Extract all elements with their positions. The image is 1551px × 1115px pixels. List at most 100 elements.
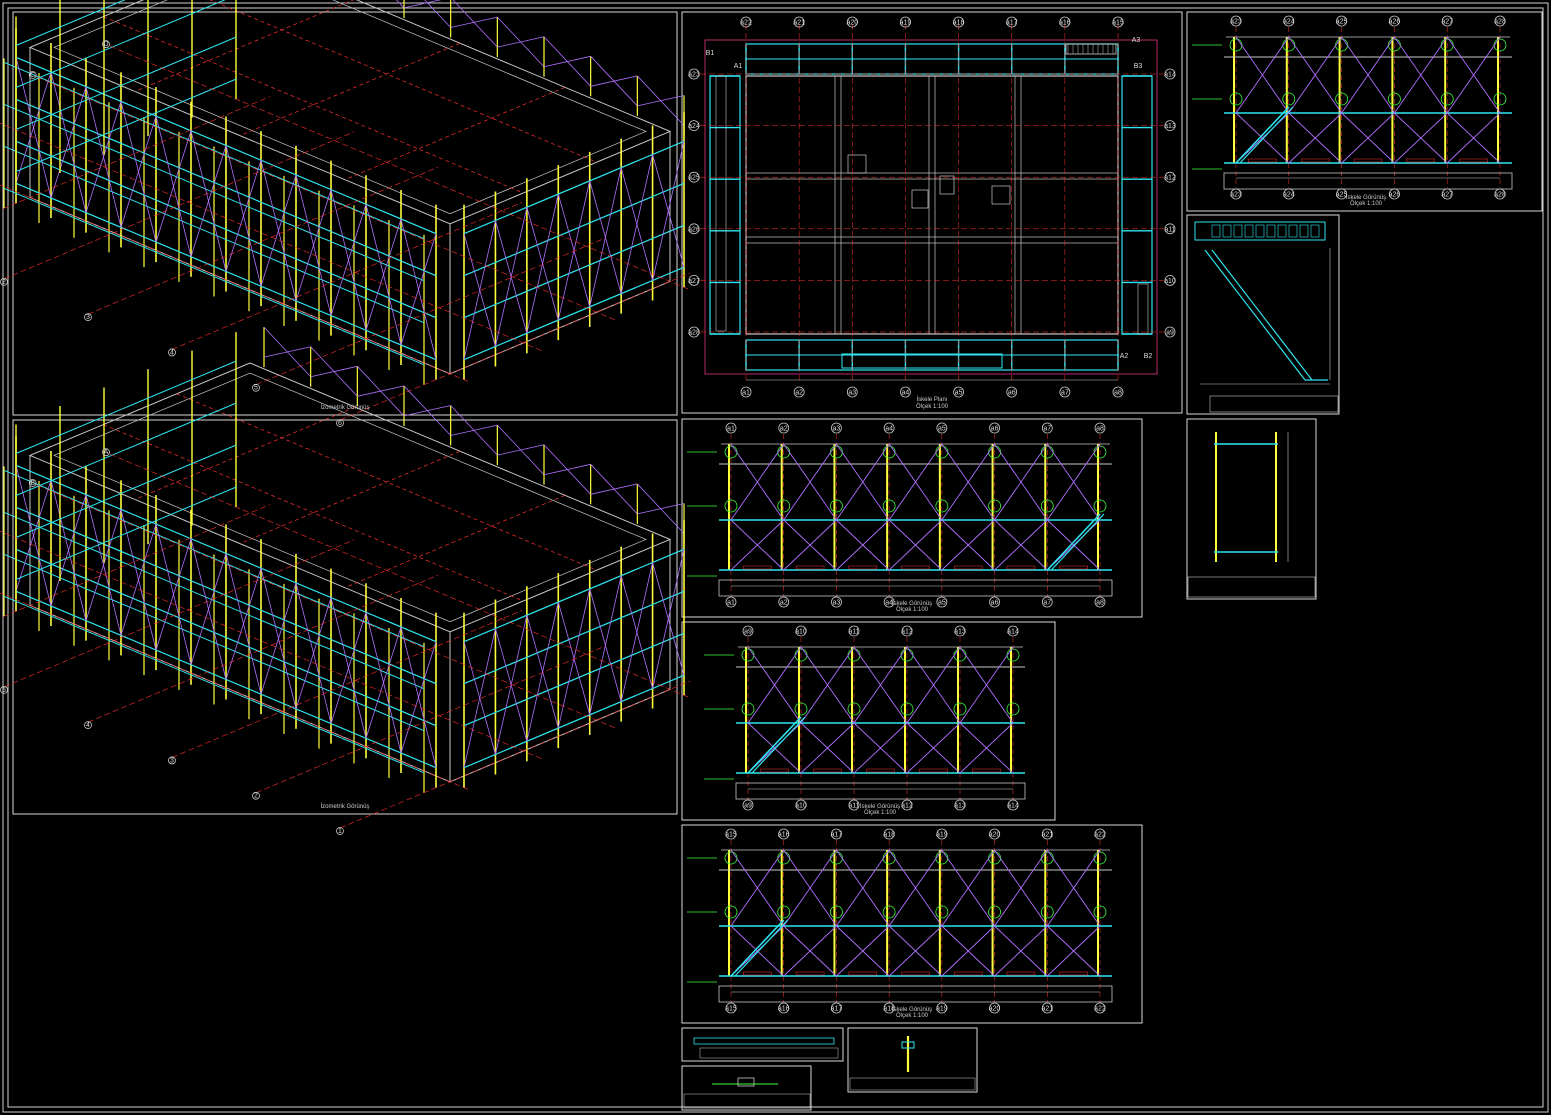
elev-axis-label-top: a25 xyxy=(1336,19,1348,26)
post-detail-frame xyxy=(847,1027,978,1093)
elev2-scale: Ölçek 1:100 xyxy=(864,809,897,816)
elev-axis-label-bottom: a10 xyxy=(795,803,807,810)
scaffold-brace xyxy=(120,101,157,243)
level-tag xyxy=(1300,158,1330,163)
scaffold-brace xyxy=(497,424,545,475)
grid-axis-line xyxy=(0,504,271,619)
grid-axis-line xyxy=(87,574,439,723)
scaffold-brace xyxy=(620,154,653,294)
plan-axis-label-right: a12 xyxy=(1164,175,1176,182)
stair-stringer xyxy=(1211,249,1313,381)
level-tag xyxy=(953,971,983,976)
building-outline xyxy=(745,75,1119,335)
stair-diagonal xyxy=(1235,106,1290,164)
scaffold-brace xyxy=(403,0,442,9)
scaffold-brace xyxy=(50,479,87,621)
roof-axis xyxy=(239,42,461,136)
plan-axis-label-bottom: a1 xyxy=(742,390,750,397)
stair-diagonal xyxy=(1239,106,1294,164)
stair-tread xyxy=(1233,224,1243,238)
scaffold-brace xyxy=(590,56,638,107)
stair-tread xyxy=(1266,224,1276,238)
elev4-scale: Ölçek 1:100 xyxy=(1350,200,1383,207)
scaffold-ledger xyxy=(15,360,237,454)
elev-axis-label-top: a27 xyxy=(1441,19,1453,26)
scaffold-brace xyxy=(295,582,332,724)
plan-axis-label-right: a13 xyxy=(1164,123,1176,130)
beam-section xyxy=(693,1037,835,1045)
scaffold-brace xyxy=(557,180,591,321)
stair-tread xyxy=(1299,224,1309,238)
iso-top-caption: İzometrik Görünüş xyxy=(320,404,369,411)
foundation-block xyxy=(735,782,1026,800)
plan-view: a22 a1 a21 a2 a20 a3 a19 a4 a18 a5 a17 a6 a16 a7 a15 a8… xyxy=(688,16,1176,398)
title-block xyxy=(683,1093,811,1109)
scaffold-brace xyxy=(395,0,405,9)
elev-axis-label-top: a23 xyxy=(1230,19,1242,26)
roof-axis xyxy=(134,406,356,500)
elev-axis-label-bottom: a15 xyxy=(725,1006,737,1013)
scaffold-brace xyxy=(424,0,451,28)
elev-axis-label-bottom: a24 xyxy=(1283,192,1295,199)
scaffold-brace xyxy=(450,405,498,456)
plan-axis-label-top: a16 xyxy=(1059,20,1071,27)
stair-tread xyxy=(1222,224,1232,238)
corner-tag: A2 xyxy=(1120,353,1129,360)
grid-axis-letter: A xyxy=(104,449,109,456)
level-tag xyxy=(919,768,948,773)
elev-axis-label-top: a19 xyxy=(936,832,948,839)
stair-block xyxy=(1137,283,1149,335)
plan-axis-label-right: a9 xyxy=(1166,330,1174,337)
interior-wall xyxy=(834,75,842,335)
scaffold-ledger xyxy=(463,590,685,685)
elev-axis-label-top: a24 xyxy=(1283,19,1295,26)
base-outline xyxy=(29,604,671,783)
scaffold-ledger xyxy=(463,224,685,319)
stair-block xyxy=(1065,43,1117,55)
beam-detail-frame xyxy=(681,1027,844,1062)
elevation-3-frame xyxy=(681,824,1143,1024)
stair-diagonal xyxy=(747,716,802,774)
plan-axis-label-left: a25 xyxy=(688,175,700,182)
elev4-caption: İskele Görünüş xyxy=(1346,194,1386,201)
scaffold-ledger xyxy=(463,548,685,643)
level-tag xyxy=(795,565,825,570)
plan-axis-label-bottom: a7 xyxy=(1061,390,1069,397)
level-tag xyxy=(972,768,1001,773)
scaffold-brace xyxy=(400,218,437,360)
elev-axis-label-top: a15 xyxy=(725,832,737,839)
scaffold-ledger xyxy=(15,36,237,130)
stair-diagonal xyxy=(1050,513,1105,571)
plan-axis-label-top: a17 xyxy=(1006,20,1018,27)
elev-axis-label-bottom: a14 xyxy=(1007,803,1019,810)
scaffold-brace xyxy=(365,204,402,346)
iso-view-bottom: ABCD654321 xyxy=(0,326,691,835)
scaffold-brace xyxy=(589,167,622,307)
plan-axis-label-bottom: a6 xyxy=(1008,390,1016,397)
stair-tread xyxy=(1288,224,1298,238)
stair-tread xyxy=(1310,224,1320,238)
title-block xyxy=(1187,576,1316,598)
scaffold-ledger xyxy=(15,0,226,88)
elev-axis-label-bottom: a27 xyxy=(1441,192,1453,199)
plan-axis-label-left: a24 xyxy=(688,123,700,130)
scaffold-brace xyxy=(590,464,638,515)
scaffold-brace xyxy=(330,189,367,331)
plan-axis-label-top: a18 xyxy=(953,20,965,27)
plan-caption: İskele Planı xyxy=(916,396,947,403)
plan-axis-label-bottom: a8 xyxy=(1114,390,1122,397)
level-tag xyxy=(1059,565,1088,570)
interior-wall xyxy=(745,236,1119,244)
grid-axis-line xyxy=(171,610,523,758)
plan-axis-label-left: a23 xyxy=(688,72,700,79)
roof-slab-outline xyxy=(28,0,672,225)
plan-view-frame xyxy=(681,11,1183,414)
corner-tag: B1 xyxy=(706,50,715,57)
level-tag xyxy=(795,971,825,976)
elev-axis-label-bottom: a6 xyxy=(991,600,999,607)
scaffold-brace xyxy=(526,193,559,334)
scaffold-brace xyxy=(260,568,297,709)
base-boundary xyxy=(704,39,1158,375)
cad-drawing-sheet: DCBA123456 ABCD654321 a22a1a21a2a20a3a19… xyxy=(0,0,1549,1113)
elev-axis-label-bottom: a7 xyxy=(1043,600,1051,607)
